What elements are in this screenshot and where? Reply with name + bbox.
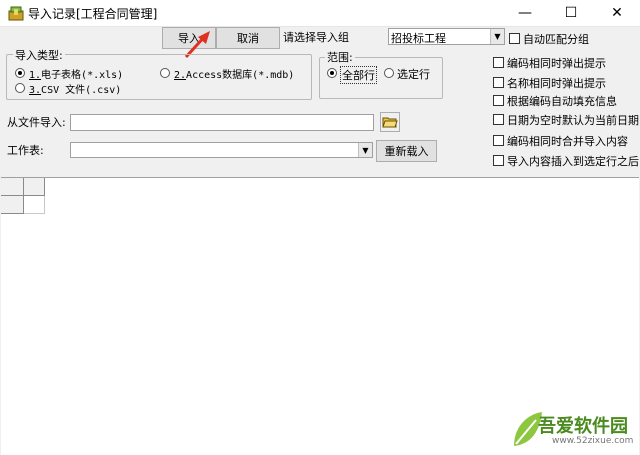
range-radio-all[interactable] — [327, 68, 337, 78]
import-type-radio-xls[interactable] — [15, 68, 25, 78]
import-type-option-csv[interactable]: 3.CSV 文件(.csv) — [29, 81, 121, 96]
import-type-option-mdb[interactable]: 2.Access数据库(*.mdb) — [174, 66, 294, 81]
worksheet-select[interactable]: ▼ — [70, 142, 373, 158]
option-label-name-duplicate-prompt[interactable]: 名称相同时弹出提示 — [507, 75, 606, 91]
option-checkbox-insert-after-selected[interactable] — [493, 155, 504, 166]
grid-column-header[interactable] — [24, 178, 45, 196]
watermark: 吾爱软件园 www.52zixue.com — [508, 398, 638, 454]
maximize-icon: ☐ — [564, 5, 578, 21]
minimize-icon: — — [518, 5, 532, 21]
import-type-legend: 导入类型: — [13, 47, 65, 63]
option-label-empty-date-default[interactable]: 日期为空时默认为当前日期 — [507, 112, 639, 128]
close-button[interactable]: ✕ — [594, 0, 640, 26]
from-file-label: 从文件导入: — [7, 116, 66, 129]
group-select-value: 招投标工程 — [391, 32, 446, 45]
app-icon — [8, 5, 24, 21]
watermark-text: 吾爱软件园 — [538, 416, 628, 437]
option-checkbox-name-duplicate-prompt[interactable] — [493, 77, 504, 88]
from-file-input[interactable] — [70, 114, 374, 131]
range-radio-selected[interactable] — [384, 68, 394, 78]
title-bar: 导入记录[工程合同管理] — ☐ ✕ — [0, 0, 640, 27]
maximize-button[interactable]: ☐ — [548, 0, 594, 26]
grid-cell[interactable] — [24, 196, 45, 214]
range-option-selected[interactable]: 选定行 — [397, 66, 430, 82]
option-checkbox-empty-date-default[interactable] — [493, 114, 504, 125]
option-checkbox-auto-match-group[interactable] — [509, 33, 520, 44]
option-label-autofill-by-code[interactable]: 根据编码自动填充信息 — [507, 93, 617, 109]
cancel-button[interactable]: 取消 — [216, 27, 280, 49]
watermark-url: www.52zixue.com — [552, 436, 634, 446]
import-type-radio-csv[interactable] — [15, 83, 25, 93]
option-checkbox-merge-on-duplicate[interactable] — [493, 135, 504, 146]
range-legend: 范围: — [325, 49, 355, 65]
reload-button[interactable]: 重新载入 — [376, 140, 437, 162]
option-label-code-duplicate-prompt[interactable]: 编码相同时弹出提示 — [507, 55, 606, 71]
minimize-button[interactable]: — — [502, 0, 548, 26]
window-title: 导入记录[工程合同管理] — [28, 7, 158, 21]
option-checkbox-code-duplicate-prompt[interactable] — [493, 57, 504, 68]
group-select-label: 请选择导入组 — [283, 31, 349, 44]
option-checkbox-autofill-by-code[interactable] — [493, 95, 504, 106]
browse-button[interactable] — [380, 112, 400, 132]
grid-row-header[interactable] — [1, 196, 24, 214]
option-label-auto-match-group[interactable]: 自动匹配分组 — [523, 31, 589, 47]
option-label-merge-on-duplicate[interactable]: 编码相同时合并导入内容 — [507, 133, 628, 149]
close-icon: ✕ — [611, 5, 623, 21]
option-label-insert-after-selected[interactable]: 导入内容插入到选定行之后 — [507, 153, 639, 169]
chevron-down-icon[interactable]: ▼ — [358, 143, 372, 157]
grid-corner-cell[interactable] — [1, 178, 24, 196]
chevron-down-icon[interactable]: ▼ — [490, 29, 504, 44]
worksheet-label: 工作表: — [7, 144, 44, 157]
import-type-radio-mdb[interactable] — [160, 68, 170, 78]
folder-open-icon — [382, 117, 398, 128]
group-select[interactable]: 招投标工程 ▼ — [388, 28, 505, 45]
import-type-option-xls[interactable]: 1.电子表格(*.xls) — [29, 66, 123, 81]
range-option-all[interactable]: 全部行 — [340, 66, 377, 84]
